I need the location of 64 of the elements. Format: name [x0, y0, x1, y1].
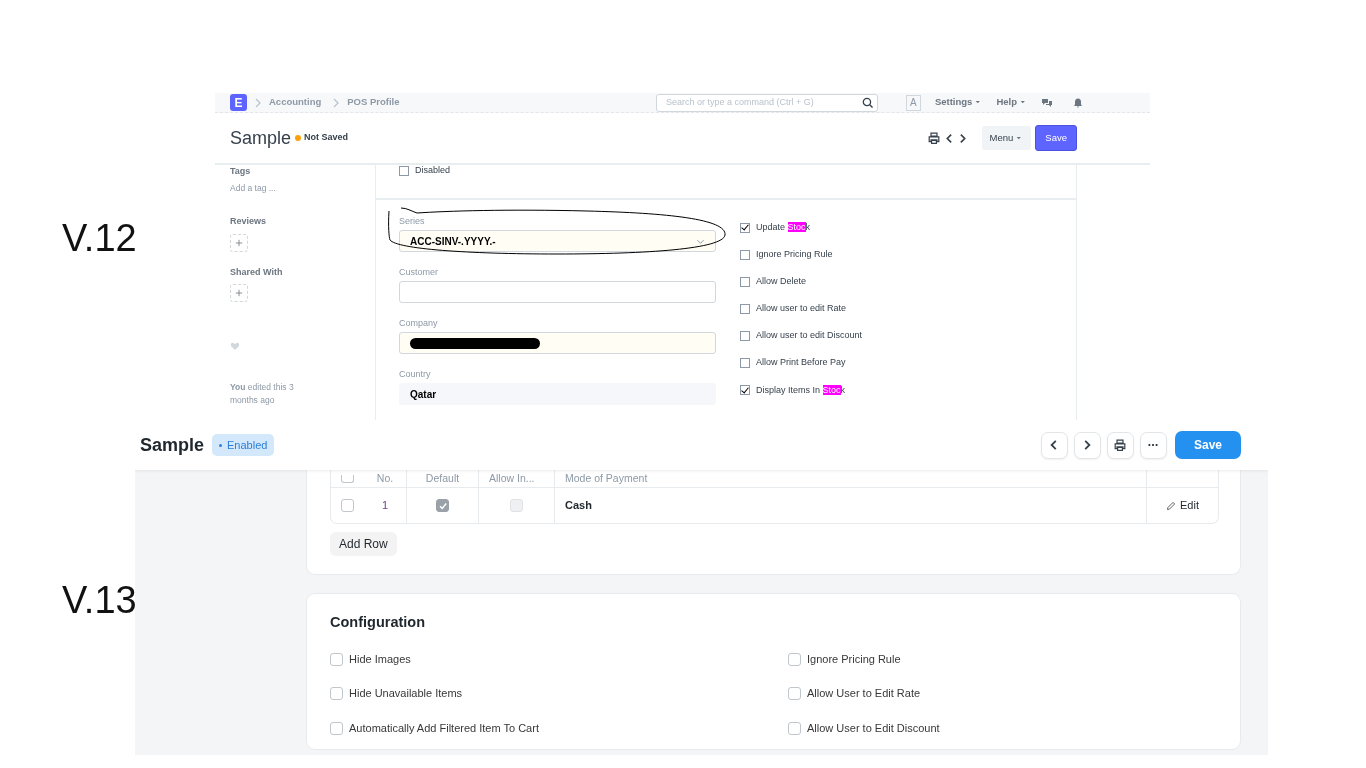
add-share-button[interactable]	[230, 284, 248, 302]
checkbox[interactable]: Allow user to edit Rate	[740, 302, 1053, 316]
checkbox[interactable]: Allow Print Before Pay	[740, 356, 1053, 370]
save-button[interactable]: Save	[1035, 124, 1077, 152]
checkbox[interactable]: Ignore Pricing Rule	[740, 248, 1053, 262]
checkbox[interactable]: Disabled	[399, 164, 451, 178]
checkbox[interactable]: Display Items In Stock	[740, 383, 1053, 398]
edit-note: You edited this 3 months ago	[230, 381, 294, 408]
select-field[interactable]: ACC-SINV-.YYYY.-	[399, 230, 716, 252]
pencil-icon	[1166, 500, 1176, 511]
print-icon[interactable]	[927, 132, 940, 144]
select-all-checkbox[interactable]	[341, 474, 354, 483]
logo[interactable]: E	[230, 94, 247, 111]
sidebar-heading: Tags	[230, 165, 252, 178]
search-icon	[861, 97, 873, 108]
search-field[interactable]: Search or type a command (Ctrl + G)	[655, 93, 878, 112]
nav-menu[interactable]: Help	[996, 95, 1027, 110]
add-review-button[interactable]	[230, 233, 248, 252]
print-button[interactable]	[1106, 431, 1134, 459]
input-field[interactable]	[399, 332, 716, 354]
column-header: Allow In...	[479, 470, 555, 488]
checkbox[interactable]: Allow User to Edit Discount	[788, 719, 1217, 737]
row-checkbox[interactable]	[341, 499, 354, 512]
print-icon	[1114, 439, 1127, 451]
bell-icon[interactable]	[1073, 97, 1083, 108]
checkbox[interactable]: Automatically Add Filtered Item To Cart	[330, 719, 788, 737]
row-number: 1	[364, 488, 407, 523]
column-header: Default	[407, 470, 479, 488]
status-indicator: Enabled	[212, 433, 275, 457]
edit-button[interactable]: Edit	[1166, 497, 1199, 514]
column-header: Mode of Payment	[555, 470, 1147, 488]
checkbox[interactable]: Update Stock	[740, 221, 1053, 235]
column-header: No.	[364, 470, 407, 488]
checkbox[interactable]: Ignore Pricing Rule	[788, 650, 1217, 668]
plus-icon	[235, 289, 243, 297]
chat-icon[interactable]	[1041, 97, 1053, 108]
chevron-icon	[253, 97, 263, 108]
table-cell: Cash	[555, 488, 1147, 523]
version-label: V.12	[61, 216, 138, 257]
version-label: V.13	[61, 578, 135, 619]
read-only-field: Qatar	[399, 383, 716, 405]
page-title: Sample	[230, 126, 292, 150]
nav-menu[interactable]: Settings	[934, 95, 983, 110]
previous-button[interactable]	[1040, 431, 1068, 459]
add-row-button[interactable]: Add Row	[330, 532, 397, 556]
sidebar-heading: Reviews	[230, 215, 268, 228]
field-label: Customer	[399, 266, 439, 278]
menu-button[interactable]: Menu	[981, 125, 1032, 151]
status-indicator: Not Saved	[295, 131, 349, 145]
plus-icon	[235, 238, 243, 247]
checkbox[interactable]: Allow user to edit Discount	[740, 329, 1053, 343]
caret-icon	[1020, 99, 1027, 106]
input-field[interactable]	[399, 281, 716, 303]
field-label: Country	[399, 368, 432, 380]
section-title: Configuration	[330, 613, 427, 632]
checkbox[interactable]: Allow User to Edit Rate	[788, 685, 1217, 702]
field-label: Company	[399, 317, 439, 329]
checkbox[interactable]: Hide Unavailable Items	[330, 685, 788, 702]
checkbox[interactable]: Allow Delete	[740, 275, 1053, 289]
sidebar-heading: Shared With	[230, 265, 284, 279]
field-label: Series	[399, 215, 426, 227]
next-button[interactable]	[1073, 431, 1101, 459]
page-title: Sample	[140, 433, 205, 457]
checkbox[interactable]: Hide Images	[330, 650, 788, 668]
